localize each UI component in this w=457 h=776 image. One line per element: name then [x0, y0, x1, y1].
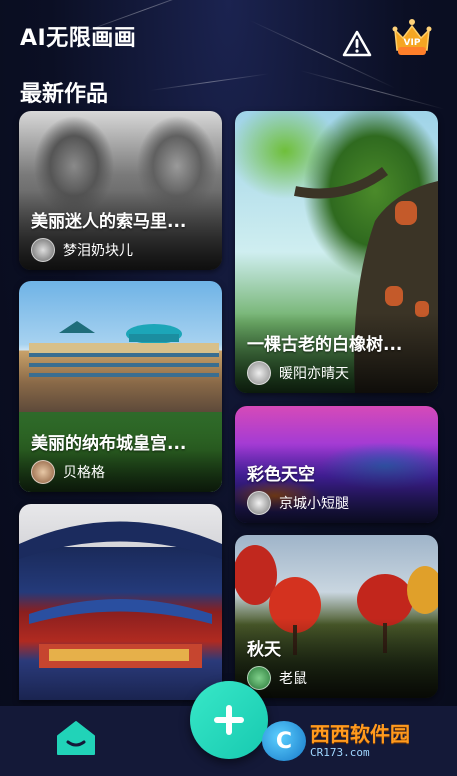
temple-illustration	[19, 521, 222, 668]
avatar	[31, 238, 55, 262]
author-name: 京城小短腿	[279, 496, 349, 512]
author-name: 梦泪奶块儿	[63, 243, 133, 259]
author-name: 老鼠	[279, 671, 307, 687]
artwork-title: 一棵古老的白橡树...	[247, 335, 403, 355]
vip-button[interactable]: VIP	[389, 14, 435, 60]
watermark: C 西西软件园 CR173.com	[262, 717, 442, 765]
app-title: AI无限画画	[20, 26, 137, 51]
watermark-brand: 西西软件园	[310, 722, 410, 746]
artwork-author: 暖阳亦晴天	[247, 361, 349, 385]
artwork-title: 美丽的纳布城皇宫...	[31, 434, 187, 454]
watermark-logo: C	[262, 721, 306, 761]
artwork-card[interactable]: 彩色天空 京城小短腿	[235, 406, 438, 523]
artwork-author: 梦泪奶块儿	[31, 238, 133, 262]
section-title: 最新作品	[20, 82, 109, 107]
artwork-author: 贝格格	[31, 460, 105, 484]
avatar	[247, 666, 271, 690]
home-icon	[57, 721, 95, 755]
add-button[interactable]	[190, 681, 268, 759]
artwork-author: 老鼠	[247, 666, 307, 690]
avatar	[247, 491, 271, 515]
artwork-author: 京城小短腿	[247, 491, 349, 515]
warning-icon	[342, 30, 372, 57]
author-name: 暖阳亦晴天	[279, 366, 349, 382]
top-bar: AI无限画画 VIP	[0, 0, 457, 70]
author-name: 贝格格	[63, 465, 105, 481]
plus-icon	[214, 705, 244, 735]
artwork-card[interactable]: 美丽的纳布城皇宫... 贝格格	[19, 281, 222, 492]
artwork-card[interactable]: 一棵古老的白橡树... 暖阳亦晴天	[235, 111, 438, 393]
artwork-card[interactable]	[19, 504, 222, 700]
artwork-title: 美丽迷人的索马里...	[31, 212, 187, 232]
avatar	[31, 460, 55, 484]
artwork-title: 秋天	[247, 640, 281, 660]
avatar	[247, 361, 271, 385]
warning-button[interactable]	[341, 28, 373, 60]
artwork-card[interactable]: 美丽迷人的索马里... 梦泪奶块儿	[19, 111, 222, 270]
artwork-card[interactable]: 秋天 老鼠	[235, 535, 438, 698]
artwork-title: 彩色天空	[247, 465, 315, 485]
vip-crown-icon: VIP	[392, 19, 432, 55]
svg-text:VIP: VIP	[404, 38, 421, 48]
watermark-url: CR173.com	[310, 746, 370, 759]
home-tab[interactable]	[54, 716, 98, 760]
